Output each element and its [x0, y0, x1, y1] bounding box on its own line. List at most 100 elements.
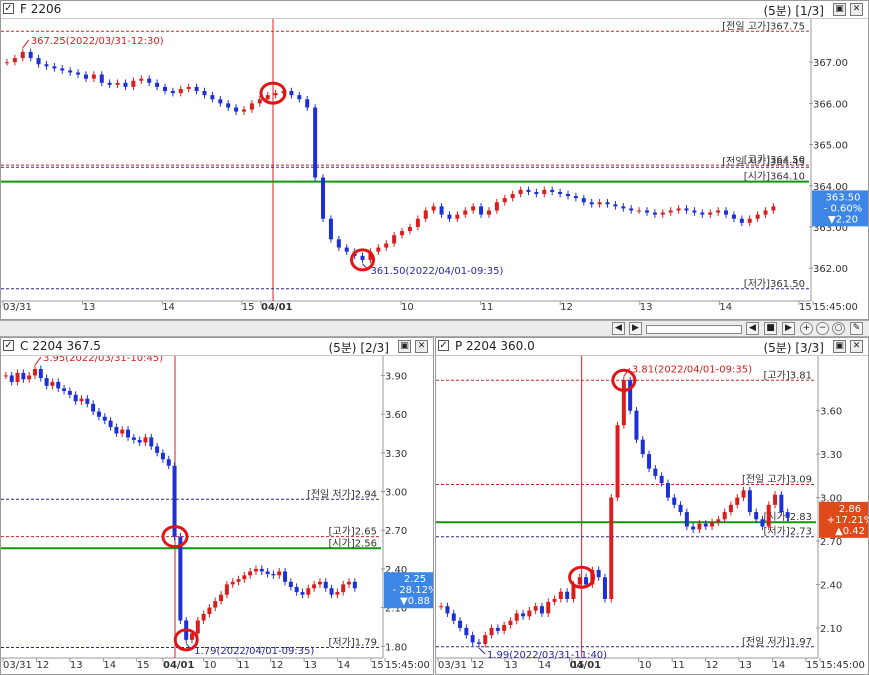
candle-body: [178, 536, 183, 621]
candle-body: [218, 99, 223, 104]
candle-body: [502, 625, 507, 631]
restore-icon[interactable]: ▣: [833, 340, 846, 353]
candle-body: [107, 82, 112, 85]
time-tick-label: 11: [481, 302, 494, 313]
candle-body: [99, 74, 104, 83]
candle-body: [219, 594, 224, 602]
candle-body: [489, 627, 494, 636]
time-tick-label: 12: [271, 660, 284, 671]
candle-body: [36, 58, 41, 65]
high-annotation: 3.81(2022/04/01-09:35): [632, 364, 752, 375]
candle-body: [131, 80, 136, 87]
scroll-left-icon[interactable]: ◀: [612, 322, 625, 335]
candle-body: [747, 218, 752, 223]
candle-body: [621, 206, 626, 209]
chart-pane-f2206: ✓ F 2206 (5분) [1/3] ▣ ✕ 367.00 366.00 365.…: [0, 0, 869, 320]
time-tick-label: 12: [471, 660, 484, 671]
time-tick-label: 13: [304, 660, 317, 671]
candle-body: [73, 394, 78, 402]
candle-body: [605, 202, 610, 205]
candle-body: [621, 380, 626, 426]
zoom-in-icon[interactable]: +: [800, 322, 813, 335]
close-icon[interactable]: ✕: [415, 340, 428, 353]
candle-body: [210, 95, 215, 100]
candle-body: [329, 588, 334, 595]
candle-body: [271, 574, 276, 576]
candle-body: [565, 194, 570, 197]
time-tick-label: 13: [70, 660, 83, 671]
candle-body: [297, 95, 302, 100]
candle-body: [754, 512, 759, 520]
close-icon[interactable]: ✕: [850, 3, 863, 16]
candle-body: [32, 369, 37, 376]
chart-scroll-bar[interactable]: ◀ ▶ ◀ ■ ▶ + − ○ ✎: [0, 320, 869, 337]
candle-body: [596, 570, 601, 578]
candle-body: [502, 198, 507, 203]
time-tick-label: 12: [36, 660, 49, 671]
candle-body: [288, 581, 293, 587]
candle-body: [294, 586, 299, 593]
current-price-badge-value: 2.86: [839, 504, 861, 515]
restore-icon[interactable]: ▣: [398, 340, 411, 353]
checkbox-icon[interactable]: ✓: [3, 340, 14, 351]
candle-body: [321, 177, 326, 219]
time-tick-label: 15: [371, 660, 384, 671]
candle-body: [495, 627, 500, 631]
candle-body: [12, 58, 17, 63]
time-tick-label: 14: [538, 660, 551, 671]
checkbox-icon[interactable]: ✓: [3, 3, 14, 14]
zoom-reset-icon[interactable]: ○: [832, 322, 845, 335]
restore-icon[interactable]: ▣: [833, 3, 846, 16]
time-tick-label: 14: [773, 660, 786, 671]
candle-body: [684, 208, 689, 211]
candle-body: [514, 613, 519, 621]
stop-icon[interactable]: ■: [764, 322, 777, 335]
candle-body: [508, 620, 513, 626]
candle-body: [716, 519, 721, 523]
candle-body: [283, 571, 288, 582]
high-annotation: 3.95(2022/03/31-10:45): [43, 356, 163, 364]
candle-body: [470, 635, 475, 643]
candle-body: [577, 577, 582, 585]
low-annotation: 361.50(2022/04/01-09:35): [371, 266, 504, 277]
scroll-right-icon[interactable]: ▶: [629, 322, 642, 335]
candle-body: [447, 214, 452, 219]
high-annotation: 367.25(2022/03/31-12:30): [31, 36, 164, 47]
settings-icon[interactable]: ✎: [850, 322, 863, 335]
candle-body: [114, 427, 119, 434]
candle-body: [201, 614, 206, 621]
candle-body: [439, 606, 444, 608]
pane-period: (5분): [763, 4, 792, 18]
candle-body: [120, 429, 125, 434]
current-price-badge-value: 2.25: [404, 574, 426, 585]
zoom-out-icon[interactable]: −: [816, 322, 829, 335]
candle-body: [259, 568, 264, 572]
candle-body: [170, 91, 175, 94]
candle-body: [79, 398, 84, 402]
chart-c2204[interactable]: 3.903.603.303.002.702.402.101.80[전일 저가]2…: [1, 356, 433, 674]
time-tick-label: 13: [505, 660, 518, 671]
candle-body: [659, 475, 664, 484]
candle-body: [248, 571, 253, 576]
checkbox-icon[interactable]: ✓: [438, 340, 449, 351]
pane-title: F 2206: [20, 2, 62, 16]
candle-body: [257, 99, 262, 104]
chart-f2206[interactable]: 367.00366.00365.00364.00363.00362.00[전일 …: [1, 19, 868, 319]
step-icon[interactable]: ▶: [782, 322, 795, 335]
candle-body: [27, 375, 32, 380]
time-tick-label: 12: [706, 660, 719, 671]
candle-body: [668, 210, 673, 213]
candle-body: [692, 210, 697, 213]
candle-body: [242, 575, 247, 580]
zoom-slider[interactable]: [646, 325, 742, 334]
candle-body: [647, 454, 652, 469]
chart-p2204[interactable]: 3.603.303.002.702.402.10[고가]3.81[전일 고가]3…: [436, 356, 868, 674]
level-label: [시가]2.56: [329, 537, 377, 549]
close-icon[interactable]: ✕: [850, 340, 863, 353]
candle-body: [305, 99, 310, 108]
time-tick-label: 13: [640, 302, 653, 313]
candle-body: [126, 429, 131, 438]
time-tick-label: 04/01: [261, 302, 293, 313]
candle-body: [328, 218, 333, 240]
play-icon[interactable]: ◀: [746, 322, 759, 335]
